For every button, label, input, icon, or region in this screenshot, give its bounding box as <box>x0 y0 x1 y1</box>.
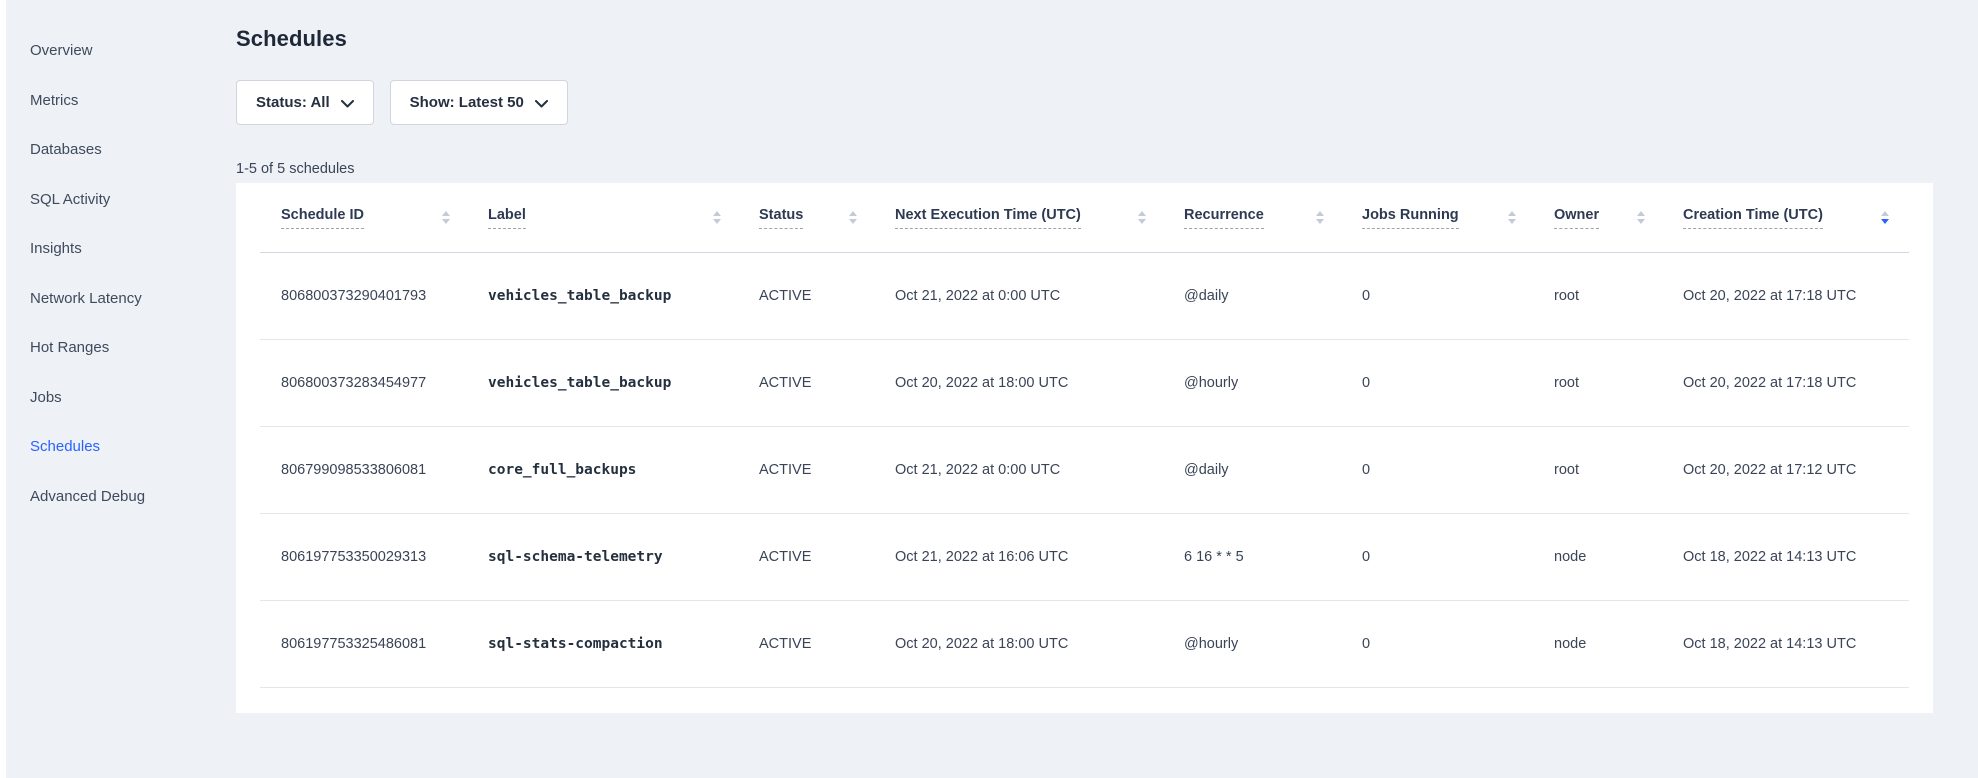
table-header-row: Schedule ID Label Status Next Execution … <box>260 183 1909 253</box>
filter-bar: Status: All Show: Latest 50 <box>236 80 1933 125</box>
cell-next-execution: Oct 21, 2022 at 0:00 UTC <box>895 288 1184 304</box>
column-header-next-execution-time[interactable]: Next Execution Time (UTC) <box>895 207 1184 229</box>
sort-icon <box>442 211 450 224</box>
page-title: Schedules <box>236 26 1933 52</box>
sort-icon <box>713 211 721 224</box>
table-row[interactable]: 806800373290401793 vehicles_table_backup… <box>260 253 1909 340</box>
cell-jobs-running: 0 <box>1362 462 1554 478</box>
cell-status: ACTIVE <box>759 375 895 391</box>
cell-jobs-running: 0 <box>1362 375 1554 391</box>
sidebar-item-schedules[interactable]: Schedules <box>30 422 236 472</box>
show-filter-label: Show: Latest 50 <box>410 94 524 111</box>
schedules-table-card: Schedule ID Label Status Next Execution … <box>236 183 1933 713</box>
sidebar-item-overview[interactable]: Overview <box>30 26 236 76</box>
status-filter-dropdown[interactable]: Status: All <box>236 80 374 125</box>
sidebar-item-insights[interactable]: Insights <box>30 224 236 274</box>
cell-next-execution: Oct 20, 2022 at 18:00 UTC <box>895 375 1184 391</box>
column-header-jobs-running[interactable]: Jobs Running <box>1362 207 1554 229</box>
column-header-creation-time[interactable]: Creation Time (UTC) <box>1683 207 1909 229</box>
table-row[interactable]: 806800373283454977 vehicles_table_backup… <box>260 340 1909 427</box>
sort-icon <box>1637 211 1645 224</box>
sort-icon <box>1508 211 1516 224</box>
sidebar-item-advanced-debug[interactable]: Advanced Debug <box>30 472 236 522</box>
cell-schedule-id: 806799098533806081 <box>281 462 488 478</box>
cell-jobs-running: 0 <box>1362 288 1554 304</box>
sidebar-item-sql-activity[interactable]: SQL Activity <box>30 175 236 225</box>
cell-creation-time: Oct 18, 2022 at 14:13 UTC <box>1683 549 1909 565</box>
cell-recurrence: @hourly <box>1184 375 1362 391</box>
chevron-down-icon <box>535 100 548 108</box>
column-header-schedule-id[interactable]: Schedule ID <box>281 207 488 229</box>
cell-owner: root <box>1554 462 1683 478</box>
column-header-recurrence[interactable]: Recurrence <box>1184 207 1362 229</box>
sidebar-item-metrics[interactable]: Metrics <box>30 76 236 126</box>
table-row[interactable]: 806197753325486081 sql-stats-compaction … <box>260 601 1909 688</box>
column-header-owner[interactable]: Owner <box>1554 207 1683 229</box>
cell-recurrence: @hourly <box>1184 636 1362 652</box>
cell-label: sql-schema-telemetry <box>488 549 759 565</box>
cell-creation-time: Oct 18, 2022 at 14:13 UTC <box>1683 636 1909 652</box>
cell-schedule-id: 806800373290401793 <box>281 288 488 304</box>
sidebar-item-jobs[interactable]: Jobs <box>30 373 236 423</box>
sort-icon-active-desc <box>1881 211 1889 224</box>
cell-creation-time: Oct 20, 2022 at 17:18 UTC <box>1683 375 1909 391</box>
table-row[interactable]: 806197753350029313 sql-schema-telemetry … <box>260 514 1909 601</box>
sidebar-item-network-latency[interactable]: Network Latency <box>30 274 236 324</box>
cell-owner: root <box>1554 375 1683 391</box>
results-summary: 1-5 of 5 schedules <box>236 161 1933 180</box>
sort-icon <box>1316 211 1324 224</box>
cell-recurrence: @daily <box>1184 288 1362 304</box>
sidebar-item-databases[interactable]: Databases <box>30 125 236 175</box>
cell-status: ACTIVE <box>759 636 895 652</box>
column-header-label[interactable]: Label <box>488 207 759 229</box>
cell-owner: root <box>1554 288 1683 304</box>
status-filter-label: Status: All <box>256 94 330 111</box>
table-row[interactable]: 806799098533806081 core_full_backups ACT… <box>260 427 1909 514</box>
cell-status: ACTIVE <box>759 288 895 304</box>
cell-jobs-running: 0 <box>1362 549 1554 565</box>
cell-schedule-id: 806197753325486081 <box>281 636 488 652</box>
cell-creation-time: Oct 20, 2022 at 17:18 UTC <box>1683 288 1909 304</box>
show-filter-dropdown[interactable]: Show: Latest 50 <box>390 80 568 125</box>
cell-label: vehicles_table_backup <box>488 375 759 391</box>
cell-status: ACTIVE <box>759 549 895 565</box>
cell-jobs-running: 0 <box>1362 636 1554 652</box>
cell-schedule-id: 806197753350029313 <box>281 549 488 565</box>
cell-next-execution: Oct 20, 2022 at 18:00 UTC <box>895 636 1184 652</box>
cell-recurrence: @daily <box>1184 462 1362 478</box>
cell-label: vehicles_table_backup <box>488 288 759 304</box>
cell-label: sql-stats-compaction <box>488 636 759 652</box>
cell-label: core_full_backups <box>488 462 759 478</box>
cell-owner: node <box>1554 636 1683 652</box>
cell-creation-time: Oct 20, 2022 at 17:12 UTC <box>1683 462 1909 478</box>
sort-icon <box>849 211 857 224</box>
sort-icon <box>1138 211 1146 224</box>
sidebar-item-hot-ranges[interactable]: Hot Ranges <box>30 323 236 373</box>
column-header-status[interactable]: Status <box>759 207 895 229</box>
cell-recurrence: 6 16 * * 5 <box>1184 549 1362 565</box>
cell-schedule-id: 806800373283454977 <box>281 375 488 391</box>
chevron-down-icon <box>341 100 354 108</box>
sidebar: Overview Metrics Databases SQL Activity … <box>6 0 236 778</box>
cell-status: ACTIVE <box>759 462 895 478</box>
main-content: Schedules Status: All Show: Latest 50 1-… <box>236 0 1933 778</box>
cell-next-execution: Oct 21, 2022 at 0:00 UTC <box>895 462 1184 478</box>
cell-owner: node <box>1554 549 1683 565</box>
cell-next-execution: Oct 21, 2022 at 16:06 UTC <box>895 549 1184 565</box>
